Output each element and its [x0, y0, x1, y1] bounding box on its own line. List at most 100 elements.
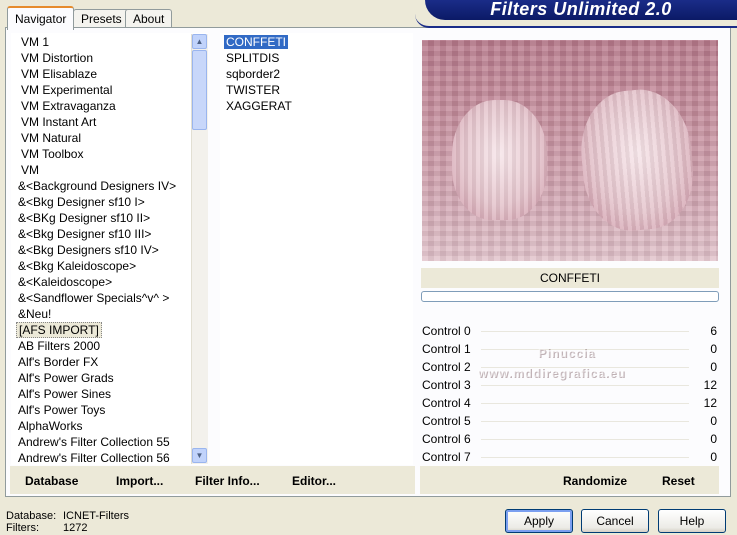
- control-value: 0: [710, 414, 717, 428]
- category-item[interactable]: &<Bkg Kaleidoscope>: [16, 258, 208, 274]
- apply-button[interactable]: Apply: [505, 509, 573, 533]
- category-item-label: VM 1: [21, 35, 50, 49]
- control-label: Control 6: [422, 432, 471, 446]
- tab-presets[interactable]: Presets: [73, 9, 130, 28]
- control-row[interactable]: Control 4 12: [421, 394, 719, 412]
- category-item-label: &<Bkg Kaleidoscope>: [18, 259, 137, 273]
- database-label: Database:: [6, 510, 57, 522]
- category-item[interactable]: &Neu!: [16, 306, 208, 322]
- filter-info-button[interactable]: Filter Info...: [195, 474, 260, 488]
- filter-preview-image: [422, 40, 718, 261]
- control-value: 12: [703, 396, 717, 410]
- preview-face-right: [576, 85, 698, 235]
- category-list[interactable]: VM 1 VM Distortion VM Elisablaze VM Experim…: [11, 33, 208, 465]
- category-item[interactable]: &<Background Designers IV>: [16, 178, 208, 194]
- category-item[interactable]: VM Extravaganza: [19, 98, 208, 114]
- control-label: Control 5: [422, 414, 471, 428]
- category-item[interactable]: Andrew's Filter Collection 55: [16, 434, 208, 450]
- filter-item[interactable]: SPLITDIS: [224, 50, 413, 66]
- category-item[interactable]: VM Instant Art: [19, 114, 208, 130]
- control-slider-track[interactable]: [481, 385, 689, 386]
- control-row[interactable]: Control 7 0: [421, 448, 719, 466]
- control-slider-track[interactable]: [481, 421, 689, 422]
- category-item[interactable]: Alf's Power Grads: [16, 370, 208, 386]
- control-label: Control 0: [422, 324, 471, 338]
- filter-item[interactable]: sqborder2: [224, 66, 413, 82]
- control-label: Control 7: [422, 450, 471, 464]
- filter-item[interactable]: TWISTER: [224, 82, 413, 98]
- randomize-button[interactable]: Randomize: [563, 474, 627, 488]
- scroll-up-button[interactable]: ▲: [192, 34, 207, 49]
- import-button[interactable]: Import...: [116, 474, 163, 488]
- progress-bar: [421, 291, 719, 302]
- category-item[interactable]: VM Natural: [19, 130, 208, 146]
- category-item[interactable]: VM 1: [19, 34, 208, 50]
- category-item-label: VM Extravaganza: [21, 99, 116, 113]
- current-filter-name: CONFFETI: [421, 268, 719, 288]
- category-item-label: VM Elisablaze: [21, 67, 98, 81]
- category-item[interactable]: Alf's Power Sines: [16, 386, 208, 402]
- category-item-label: VM Toolbox: [21, 147, 84, 161]
- category-item-label: &<Background Designers IV>: [18, 179, 177, 193]
- category-item-label: &<Bkg Designer sf10 I>: [18, 195, 145, 209]
- category-item-label: Alf's Power Toys: [18, 403, 106, 417]
- reset-button[interactable]: Reset: [662, 474, 695, 488]
- category-item-label: &<Bkg Designers sf10 IV>: [18, 243, 159, 257]
- control-slider-track[interactable]: [481, 403, 689, 404]
- control-value: 0: [710, 450, 717, 464]
- category-item-label: VM Instant Art: [21, 115, 97, 129]
- editor-button[interactable]: Editor...: [292, 474, 336, 488]
- filter-item-label: SPLITDIS: [226, 51, 280, 65]
- category-item[interactable]: &<Kaleidoscope>: [16, 274, 208, 290]
- watermark-overlay-2: www.mddiregrafica.eu: [478, 366, 626, 380]
- category-item[interactable]: &<Bkg Designer sf10 I>: [16, 194, 208, 210]
- tab-about[interactable]: About: [125, 9, 173, 28]
- app-banner: Filters Unlimited 2.0: [425, 0, 737, 20]
- category-item[interactable]: Andrew's Filter Collection 56: [16, 450, 208, 465]
- control-row[interactable]: Control 5 0: [421, 412, 719, 430]
- category-item[interactable]: &<Bkg Designer sf10 III>: [16, 226, 208, 242]
- watermark-overlay-1: Pinuccia: [538, 346, 596, 360]
- category-item[interactable]: Alf's Power Toys: [16, 402, 208, 418]
- category-item-label: [AFS IMPORT]: [16, 322, 102, 338]
- control-slider-track[interactable]: [481, 457, 689, 458]
- category-item-label: VM Experimental: [21, 83, 113, 97]
- filter-item[interactable]: CONFFETI: [224, 34, 413, 50]
- category-item[interactable]: &<BKg Designer sf10 II>: [16, 210, 208, 226]
- category-item-label: Alf's Border FX: [18, 355, 99, 369]
- category-item-label: VM Natural: [21, 131, 82, 145]
- category-item[interactable]: AB Filters 2000: [16, 338, 208, 354]
- category-item[interactable]: VM Toolbox: [19, 146, 208, 162]
- control-label: Control 2: [422, 360, 471, 374]
- cancel-button[interactable]: Cancel: [581, 509, 649, 533]
- scroll-thumb[interactable]: [192, 50, 207, 130]
- category-item[interactable]: AlphaWorks: [16, 418, 208, 434]
- control-slider-track[interactable]: [481, 439, 689, 440]
- category-item[interactable]: Alf's Border FX: [16, 354, 208, 370]
- control-value: 0: [710, 342, 717, 356]
- category-item-label: &<Sandflower Specials^v^ >: [18, 291, 170, 305]
- category-scrollbar[interactable]: ▲ ▼: [191, 34, 208, 464]
- category-item-label: &<Bkg Designer sf10 III>: [18, 227, 152, 241]
- control-row[interactable]: Control 0 6: [421, 322, 719, 340]
- filter-item-label: XAGGERAT: [226, 99, 292, 113]
- category-item[interactable]: VM Experimental: [19, 82, 208, 98]
- filter-item[interactable]: XAGGERAT: [224, 98, 413, 114]
- scroll-down-button[interactable]: ▼: [192, 448, 207, 463]
- category-item[interactable]: VM Distortion: [19, 50, 208, 66]
- category-item[interactable]: [AFS IMPORT]: [16, 322, 208, 338]
- category-item[interactable]: &<Bkg Designers sf10 IV>: [16, 242, 208, 258]
- help-button[interactable]: Help: [658, 509, 726, 533]
- category-item[interactable]: VM Elisablaze: [19, 66, 208, 82]
- control-slider-track[interactable]: [481, 331, 689, 332]
- filter-list[interactable]: CONFFETI SPLITDIS sqborder2 TWISTER XAGGERAT: [220, 33, 413, 465]
- tab-navigator[interactable]: Navigator: [7, 6, 75, 30]
- category-item-label: &Neu!: [18, 307, 52, 321]
- filters-label: Filters:: [6, 522, 39, 534]
- category-item-label: Alf's Power Grads: [18, 371, 114, 385]
- category-item-label: &<Kaleidoscope>: [18, 275, 113, 289]
- category-item[interactable]: VM: [19, 162, 208, 178]
- control-row[interactable]: Control 6 0: [421, 430, 719, 448]
- database-button[interactable]: Database: [25, 474, 78, 488]
- category-item[interactable]: &<Sandflower Specials^v^ >: [16, 290, 208, 306]
